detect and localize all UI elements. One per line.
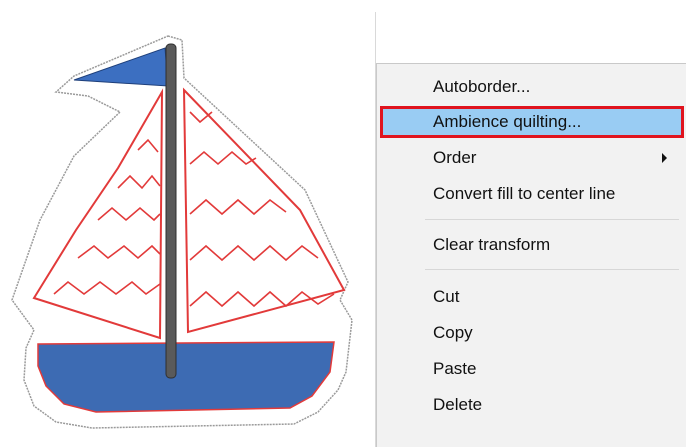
menu-separator xyxy=(425,219,679,220)
submenu-arrow-icon xyxy=(662,153,667,163)
menu-item-label: Copy xyxy=(433,323,473,342)
menu-item-cut[interactable]: Cut xyxy=(381,282,683,312)
menu-item-paste[interactable]: Paste xyxy=(381,354,683,384)
context-menu[interactable]: Autoborder... Ambience quilting... Order… xyxy=(376,63,686,447)
flag xyxy=(73,47,169,87)
menu-item-autoborder[interactable]: Autoborder... xyxy=(381,72,683,102)
menu-item-label: Cut xyxy=(433,287,460,306)
menu-item-delete[interactable]: Delete xyxy=(381,390,683,420)
menu-item-label: Autoborder... xyxy=(433,77,531,96)
menu-item-label: Convert fill to center line xyxy=(433,184,616,203)
menu-item-convert-fill-to-center-line[interactable]: Convert fill to center line xyxy=(381,179,683,209)
menu-item-label: Ambience quilting... xyxy=(433,112,582,131)
menu-item-label: Clear transform xyxy=(433,235,551,254)
menu-item-ambience-quilting[interactable]: Ambience quilting... xyxy=(380,106,684,138)
menu-item-label: Paste xyxy=(433,359,477,378)
menu-item-label: Order xyxy=(433,148,477,167)
hull xyxy=(37,341,335,413)
mast xyxy=(165,43,177,379)
menu-item-clear-transform[interactable]: Clear transform xyxy=(381,230,683,260)
sailboat-design[interactable] xyxy=(0,0,375,447)
menu-item-order[interactable]: Order xyxy=(381,143,683,173)
menu-separator xyxy=(425,269,679,270)
menu-item-label: Delete xyxy=(433,395,483,414)
right-sail xyxy=(182,87,346,334)
design-canvas[interactable] xyxy=(0,0,375,447)
menu-item-copy[interactable]: Copy xyxy=(381,318,683,348)
